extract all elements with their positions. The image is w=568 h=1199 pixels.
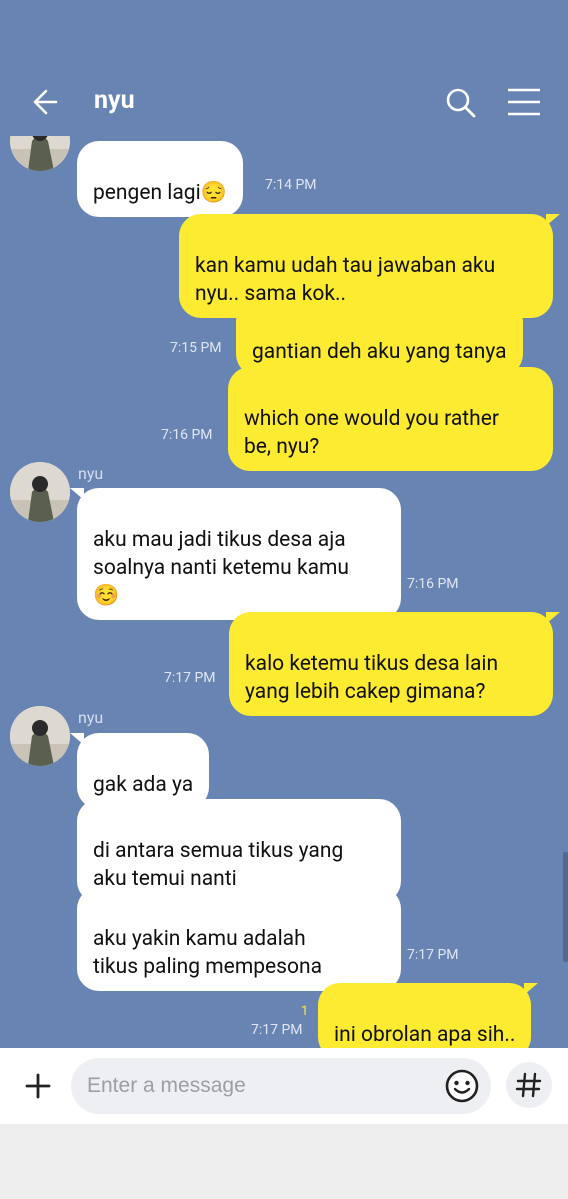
message-bubble[interactable]: aku yakin kamu adalah tikus paling mempe… — [77, 887, 401, 991]
plus-icon[interactable] — [16, 1064, 60, 1108]
message-bubble[interactable]: ini obrolan apa sih.. — [318, 983, 539, 1048]
keyboard-area — [0, 1124, 568, 1199]
message-bubble[interactable]: kalo ketemu tikus desa lain yang lebih c… — [229, 612, 560, 716]
sender-name: nyu — [78, 708, 104, 727]
message-text: di antara semua tikus yang aku temui nan… — [93, 839, 344, 891]
message-time: 7:16 PM — [161, 427, 213, 443]
hashtag-icon[interactable] — [506, 1062, 552, 1108]
chat-title: nyu — [94, 86, 135, 115]
message-time: 7:15 PM — [170, 340, 222, 356]
message-composer — [0, 1048, 568, 1124]
avatar[interactable] — [10, 706, 70, 766]
chat-messages[interactable]: pengen lagi😔 7:14 PM kan kamu udah tau j… — [0, 136, 568, 1048]
message-text: gak ada ya — [93, 773, 194, 797]
chat-header: nyu — [0, 0, 568, 136]
message-text: aku mau jadi tikus desa aja soalnya nant… — [93, 528, 349, 608]
message-bubble[interactable]: which one would you rather be, nyu? — [228, 367, 553, 471]
message-text: pengen lagi😔 — [93, 181, 227, 205]
search-icon[interactable] — [442, 84, 480, 122]
message-time: 7:17 PM — [407, 947, 459, 963]
message-text: kalo ketemu tikus desa lain yang lebih c… — [245, 652, 499, 704]
sender-name: nyu — [78, 464, 104, 483]
scrollbar[interactable] — [563, 852, 568, 962]
message-time: 7:17 PM — [164, 670, 216, 686]
message-time: 7:17 PM — [251, 1022, 303, 1038]
message-text: gantian deh aku yang tanya — [252, 340, 507, 364]
read-count: 1 — [301, 1004, 309, 1019]
message-bubble[interactable]: gak ada ya — [69, 733, 210, 809]
message-text: which one would you rather be, nyu? — [244, 407, 499, 459]
avatar[interactable] — [10, 462, 70, 522]
message-time: 7:14 PM — [265, 177, 317, 193]
back-arrow-icon[interactable] — [26, 84, 66, 120]
message-text: ini obrolan apa sih.. — [334, 1023, 516, 1047]
menu-icon[interactable] — [504, 84, 544, 120]
message-bubble[interactable]: aku mau jadi tikus desa aja soalnya nant… — [70, 488, 401, 620]
message-bubble[interactable]: gantian deh aku yang tanya — [236, 300, 523, 376]
message-text: aku yakin kamu adalah tikus paling mempe… — [93, 927, 323, 979]
message-input[interactable] — [71, 1058, 491, 1114]
message-time: 7:16 PM — [407, 576, 459, 592]
avatar[interactable] — [10, 136, 70, 171]
message-bubble[interactable]: pengen lagi😔 — [77, 141, 243, 217]
emoji-icon[interactable] — [444, 1068, 480, 1104]
message-text: kan kamu udah tau jawaban aku nyu.. sama… — [195, 254, 496, 306]
